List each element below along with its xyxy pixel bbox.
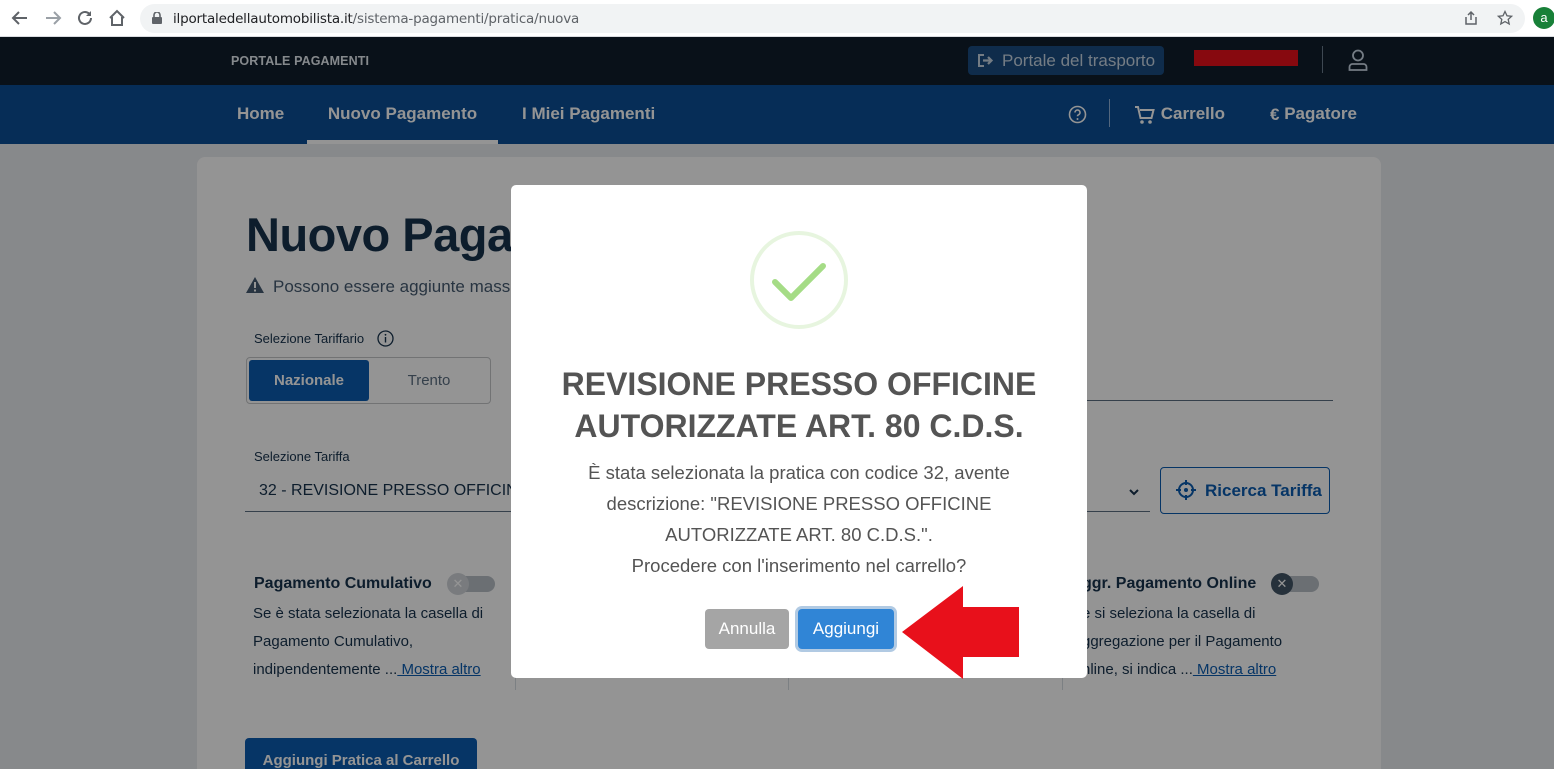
dialog-title: REVISIONE PRESSO OFFICINE AUTORIZZATE AR… (561, 366, 1037, 444)
star-icon[interactable] (1497, 10, 1513, 26)
back-icon[interactable] (8, 6, 32, 30)
forward-icon[interactable] (41, 6, 65, 30)
cancel-button[interactable]: Annulla (705, 609, 789, 649)
browser-toolbar: ilportaledellautomobilista.it/sistema-pa… (0, 0, 1554, 37)
address-bar[interactable]: ilportaledellautomobilista.it/sistema-pa… (140, 4, 1525, 33)
confirm-add-button[interactable]: Aggiungi (798, 609, 894, 649)
dialog-message: È stata selezionata la pratica con codic… (588, 462, 1010, 576)
reload-icon[interactable] (73, 6, 97, 30)
arrow-left-annotation (902, 586, 1019, 679)
check-icon (772, 263, 826, 301)
profile-avatar[interactable]: a (1533, 7, 1554, 29)
share-icon[interactable] (1463, 10, 1479, 26)
url-text: ilportaledellautomobilista.it/sistema-pa… (173, 11, 580, 27)
home-icon[interactable] (105, 6, 129, 30)
lock-icon (152, 12, 162, 24)
success-check-icon (750, 231, 848, 329)
